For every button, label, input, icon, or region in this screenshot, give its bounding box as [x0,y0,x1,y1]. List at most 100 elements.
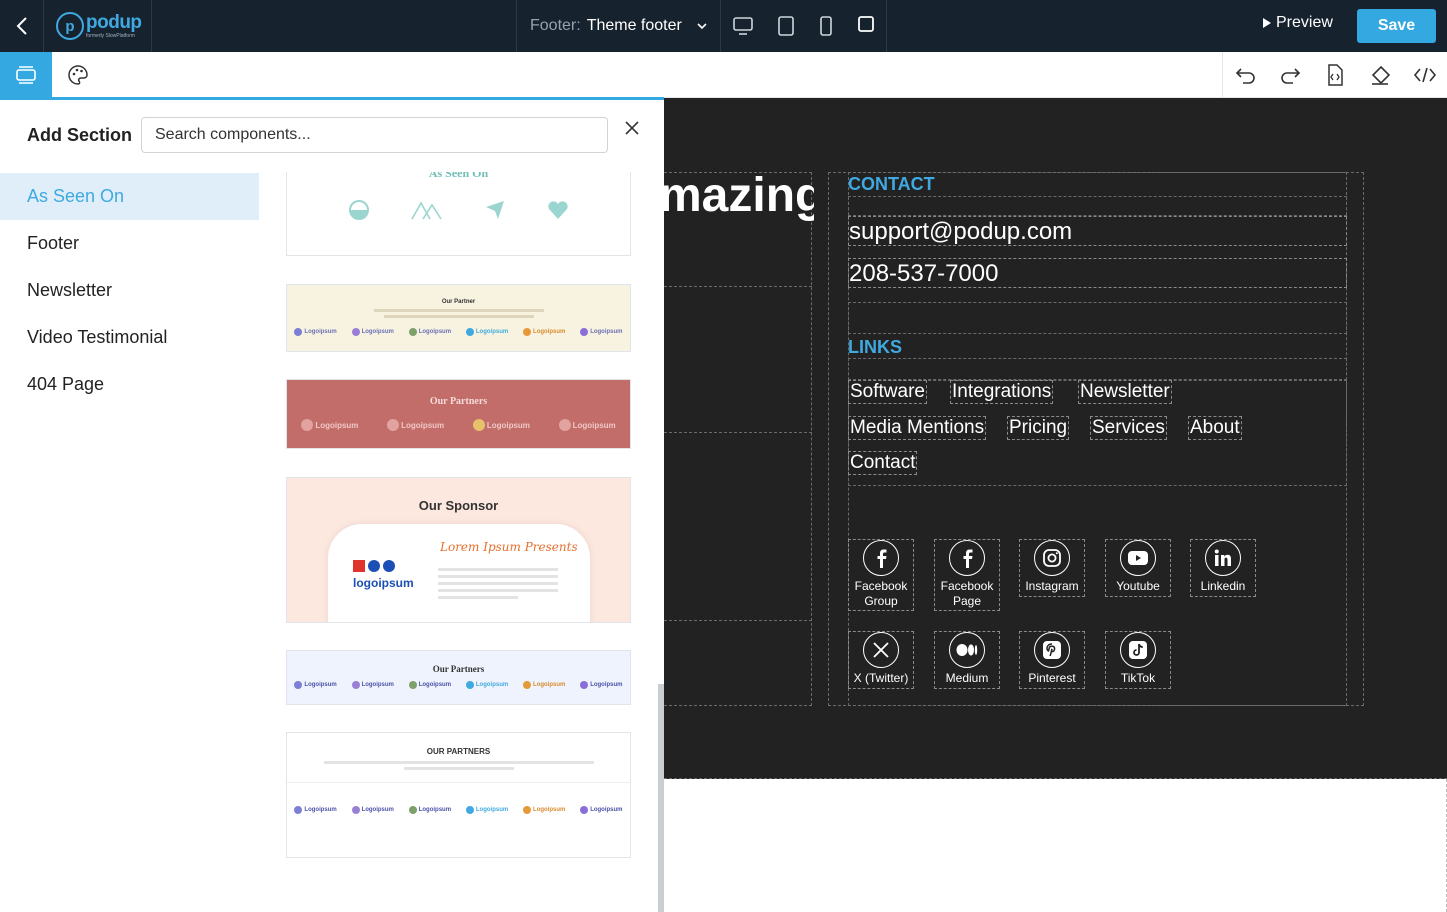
thumbnail-logo: Logoipsum [294,681,337,689]
social-facebook-page[interactable]: Facebook Page [934,539,1000,611]
footer-link-software[interactable]: Software [848,380,927,404]
editor-toolbar [0,52,1447,98]
undo-icon [1235,68,1255,84]
contact-phone-text: 208-537-7000 [849,260,999,287]
layers-icon [16,66,36,84]
social-x-twitter[interactable]: X (Twitter) [848,631,914,689]
contact-phone[interactable]: 208-537-7000 [848,258,1347,288]
save-button[interactable]: Save [1357,9,1436,43]
half-circle-icon [348,200,369,220]
social-medium[interactable]: Medium [934,631,1000,689]
thumbnail-text-line [403,767,514,770]
pinterest-icon [1034,632,1070,668]
add-section-panel: Add Section As Seen On Footer Newsletter… [0,100,664,912]
row-divider [664,620,812,621]
category-footer[interactable]: Footer [0,220,259,267]
footer-link-integrations[interactable]: Integrations [950,380,1054,404]
spacer-block[interactable] [848,196,1347,216]
social-tiktok[interactable]: TikTok [1105,631,1171,689]
undo-button[interactable] [1223,52,1268,98]
close-panel-button[interactable] [622,118,642,138]
page-selector[interactable]: Footer: Theme footer [516,0,721,52]
contact-heading[interactable]: CONTACT [848,174,935,195]
tiktok-icon [1120,632,1156,668]
category-video-testimonial[interactable]: Video Testimonial [0,314,259,361]
clear-button[interactable] [1357,52,1402,98]
thumbnail-logo-row: Logoipsum Logoipsum Logoipsum Logoipsum … [287,328,630,336]
links-heading[interactable]: LINKS [848,337,902,358]
mobile-view-button[interactable] [813,13,839,39]
eraser-icon [1371,65,1390,85]
thumbnail-our-partners-blue[interactable]: Our Partners Logoipsum Logoipsum Logoips… [286,650,631,705]
thumbnail-logo: Logoipsum [472,419,530,431]
canvas-empty-area[interactable] [664,779,1447,912]
thumbnail-logo: Logoipsum [580,681,623,689]
spacer-block[interactable] [848,358,1347,380]
file-code-icon [1327,64,1343,86]
footer-link-pricing[interactable]: Pricing [1007,416,1070,440]
device-switcher [721,0,887,52]
row-divider [664,432,812,433]
thumbnail-title: As Seen On [428,172,489,180]
thumbnail-logo: Logoipsum [351,681,394,689]
sections-button[interactable] [0,52,52,98]
thumbnail-logo: Logoipsum [351,328,394,336]
search-input[interactable] [141,117,608,153]
sponsor-body-text [438,568,558,599]
thumbnail-logo: Logoipsum [580,805,623,814]
preview-button[interactable]: Preview [1262,14,1333,32]
category-list: As Seen On Footer Newsletter Video Testi… [0,173,259,408]
code-file-button[interactable] [1312,52,1357,98]
thumbnail-our-partner-cream[interactable]: Our Partner Logoipsum Logoipsum Logoipsu… [286,284,631,352]
social-pinterest[interactable]: Pinterest [1019,631,1085,689]
social-facebook-group[interactable]: Facebook Group [848,539,914,611]
app-logo[interactable]: p podup formerly SlowPlatform [44,0,152,52]
instagram-icon [1034,540,1070,576]
thumbnail-title: Our Partners [432,664,485,674]
panel-scrollbar[interactable] [658,684,664,912]
preview-label: Preview [1276,14,1333,31]
custom-view-button[interactable] [853,11,879,37]
code-view-button[interactable] [1402,52,1447,98]
contact-email[interactable]: support@podup.com [848,216,1347,246]
theme-styles-button[interactable] [52,52,104,98]
thumbnail-logo: Logoipsum [465,681,508,689]
code-icon [1413,67,1436,83]
social-instagram[interactable]: Instagram [1019,539,1085,597]
redo-button[interactable] [1267,52,1312,98]
thumbnail-logo-row [287,199,630,221]
thumbnail-as-seen-on-1[interactable]: As Seen On [286,172,631,256]
social-label: Youtube [1116,579,1160,593]
tablet-view-button[interactable] [773,13,799,39]
thumbnail-logo: Logoipsum [294,328,337,336]
thumbnail-our-partners-rose[interactable]: Our Partners Logoipsum Logoipsum Logoips… [286,379,631,449]
hero-heading-fragment[interactable]: mazing [664,168,814,223]
social-linkedin[interactable]: Linkedin [1190,539,1256,597]
thumbnail-our-partners-grid[interactable]: OUR PARTNERS Logoipsum Logoipsum Logoips… [286,732,631,858]
thumbnail-logo: Logoipsum [523,328,565,336]
spacer-block[interactable] [848,302,1347,334]
mountains-icon [411,201,442,220]
footer-link-contact[interactable]: Contact [848,451,918,475]
back-button[interactable] [0,0,44,52]
social-youtube[interactable]: Youtube [1105,539,1171,597]
footer-link-about[interactable]: About [1188,416,1242,440]
thumbnail-logo: Logoipsum [580,328,623,336]
medium-icon [949,632,985,668]
desktop-view-button[interactable] [730,13,756,39]
social-label: Linkedin [1200,579,1246,593]
hero-text: mazing [664,169,814,222]
thumbnail-logo: Logoipsum [523,681,565,689]
footer-link-services[interactable]: Services [1090,416,1167,440]
category-newsletter[interactable]: Newsletter [0,267,259,314]
footer-link-newsletter[interactable]: Newsletter [1078,380,1172,404]
category-as-seen-on[interactable]: As Seen On [0,173,259,220]
podup-logo-icon: p [56,12,84,40]
page-selector-value: Theme footer [586,17,682,34]
thumbnail-our-sponsor[interactable]: Our Sponsor logoipsum Lorem Ipsum Presen… [286,477,631,623]
left-column-outline[interactable] [664,172,812,706]
top-bar: p podup formerly SlowPlatform Footer: Th… [0,0,1447,52]
category-404-page[interactable]: 404 Page [0,361,259,408]
thumbnail-logo: Logoipsum [408,328,451,336]
footer-link-media-mentions[interactable]: Media Mentions [848,416,987,440]
